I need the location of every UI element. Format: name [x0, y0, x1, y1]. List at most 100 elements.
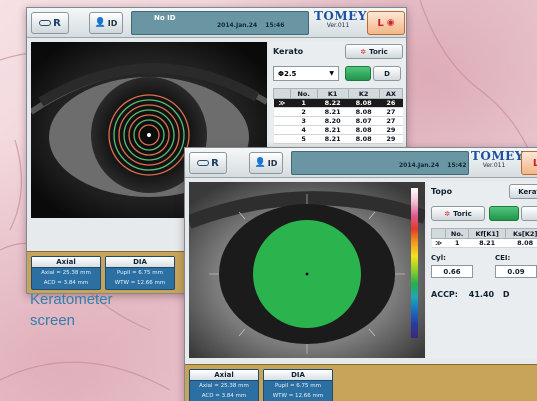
pupil-text: Pupil = 6.75 mm — [116, 270, 164, 276]
time-text: 15:42 — [447, 162, 467, 169]
date-time: 2014.Jan.24 15:42 — [399, 162, 466, 169]
row-ax: 27 — [379, 107, 403, 117]
row-k1: 8.21 — [317, 107, 349, 117]
eye-icon: ◉ — [386, 18, 395, 28]
caption-line-2: screen — [30, 312, 76, 329]
dia-card[interactable]: DIA Pupil = 6.75 mm WTW = 12.66 mm — [105, 256, 175, 290]
acd-text: ACD = 3.84 mm — [201, 393, 247, 399]
person-icon: 👤 — [94, 18, 106, 28]
cyl-label: Cyl: — [431, 254, 446, 262]
kerato-button[interactable]: Kerat — [509, 184, 537, 199]
col-mark — [430, 228, 447, 239]
table-row[interactable]: 2 8.21 8.08 27 — [273, 107, 403, 117]
dia-card-title: DIA — [264, 370, 332, 381]
row-no: 4 — [290, 125, 318, 135]
row-k2: 8.08 — [348, 107, 380, 117]
axial-card[interactable]: Axial Axial = 25.38 mm ACD = 3.84 mm — [189, 369, 259, 401]
col-no: No. — [289, 88, 318, 99]
diopter-mode-toggle[interactable] — [521, 206, 537, 221]
dia-card-title: DIA — [106, 257, 174, 268]
chevron-down-icon: ▼ — [329, 70, 334, 77]
row-mark — [273, 107, 291, 117]
table-row[interactable]: 4 8.21 8.08 29 — [273, 125, 403, 135]
mm-mode-toggle[interactable] — [345, 66, 371, 81]
dia-card[interactable]: DIA Pupil = 6.75 mm WTW = 12.66 mm — [263, 369, 333, 401]
row-ax: 27 — [379, 116, 403, 126]
row-ax: 29 — [379, 134, 403, 144]
table-row[interactable]: 3 8.20 8.07 27 — [273, 116, 403, 126]
row-mark — [273, 116, 291, 126]
topography-screen: R 👤 ID 2014.Jan.24 15:42 TOMEY Ver.011 L — [184, 147, 537, 401]
acd-text: ACD = 3.84 mm — [43, 280, 89, 286]
toric-button[interactable]: ✲ Toric — [431, 206, 485, 221]
row-ax: 26 — [379, 98, 403, 108]
row-k2: 8.08 — [348, 125, 380, 135]
row-no: 1 — [445, 238, 469, 248]
toric-icon: ✲ — [444, 209, 451, 218]
caption-line-1: Keratometer — [30, 291, 113, 308]
col-ax: AX — [378, 88, 404, 99]
brand-logo: TOMEY Ver.011 — [314, 10, 366, 31]
cei-label: CEI: — [495, 254, 511, 262]
axial-card[interactable]: Axial Axial = 25.38 mm ACD = 3.84 mm — [31, 256, 101, 290]
axial-card-title: Axial — [190, 370, 258, 381]
wtw-text: WTW = 12.66 mm — [114, 280, 166, 286]
axial-card-title: Axial — [32, 257, 100, 268]
topo-panel: Topo Kerat ✲ Toric No. Kf[K1] Ks[K2] ≫ — [427, 182, 537, 358]
pupil-text: Pupil = 6.75 mm — [274, 383, 322, 389]
mire-size-value: Φ2.5 — [278, 69, 297, 78]
bottom-bar: Axial Axial = 25.38 mm ACD = 3.84 mm DIA… — [185, 364, 537, 401]
top-bar: R 👤 ID 2014.Jan.24 15:42 TOMEY Ver.011 L — [185, 148, 537, 178]
eye-side-button[interactable]: L — [521, 151, 537, 175]
refractor-icon — [39, 20, 52, 26]
axial-length-text: Axial = 25.38 mm — [199, 383, 249, 389]
table-row[interactable]: ≫ 1 8.21 8.08 — [431, 238, 537, 248]
axial-length-text: Axial = 25.38 mm — [41, 270, 91, 276]
topo-table: No. Kf[K1] Ks[K2] ≫ 1 8.21 8.08 — [430, 228, 537, 248]
row-k1: 8.20 — [317, 116, 349, 126]
col-no: No. — [445, 228, 470, 239]
date-text: 2014.Jan.24 — [399, 162, 440, 169]
toric-icon: ✲ — [360, 47, 367, 56]
eye-image-view — [189, 182, 425, 358]
eye-side-label: L — [533, 158, 537, 169]
row-k2: 8.08 — [348, 134, 380, 144]
refractor-mode-button[interactable]: R — [189, 152, 227, 174]
row-mark: ≫ — [431, 238, 446, 248]
refractor-mode-label: R — [53, 17, 61, 29]
table-row[interactable]: ≫ 1 8.22 8.08 26 — [273, 98, 403, 108]
refractor-mode-button[interactable]: R — [31, 12, 69, 34]
row-k2: 8.07 — [348, 116, 380, 126]
col-k1: K1 — [316, 88, 349, 99]
row-ks: 8.08 — [505, 238, 537, 248]
id-label: ID — [107, 18, 118, 28]
kerato-table: No. K1 K2 AX ≫ 1 8.22 8.08 26 2 8.21 8.0… — [273, 88, 404, 144]
row-no: 5 — [290, 134, 318, 144]
diopter-mode-toggle[interactable]: D — [373, 66, 401, 81]
accp-value: 41.40 — [468, 290, 495, 299]
color-scale-bar — [411, 188, 418, 338]
patient-id-button[interactable]: 👤 ID — [89, 12, 123, 34]
row-no: 2 — [290, 107, 318, 117]
mire-size-select[interactable]: Φ2.5 ▼ — [273, 66, 339, 81]
screen-caption: Keratometer screen — [30, 289, 113, 331]
table-row[interactable]: 5 8.21 8.08 29 — [273, 134, 403, 144]
toric-button[interactable]: ✲ Toric — [345, 44, 403, 59]
eye-side-button[interactable]: L ◉ — [367, 11, 405, 35]
date-time: 2014.Jan.24 15:46 — [217, 22, 284, 29]
accp-label: ACCP: — [431, 290, 458, 299]
diopter-mode-label: D — [384, 69, 390, 78]
row-k2: 8.08 — [348, 98, 380, 108]
col-mark — [273, 88, 291, 99]
toric-label: Toric — [369, 47, 388, 56]
row-kf: 8.21 — [468, 238, 506, 248]
col-k2: K2 — [347, 88, 380, 99]
row-no: 1 — [290, 98, 318, 108]
wtw-text: WTW = 12.66 mm — [272, 393, 324, 399]
date-text: 2014.Jan.24 — [217, 22, 258, 29]
cei-value: 0.09 — [495, 265, 537, 278]
col-kf: Kf[K1] — [468, 228, 507, 239]
mm-mode-toggle[interactable] — [489, 206, 519, 221]
refractor-icon — [197, 160, 210, 166]
patient-id-button[interactable]: 👤 ID — [249, 152, 283, 174]
